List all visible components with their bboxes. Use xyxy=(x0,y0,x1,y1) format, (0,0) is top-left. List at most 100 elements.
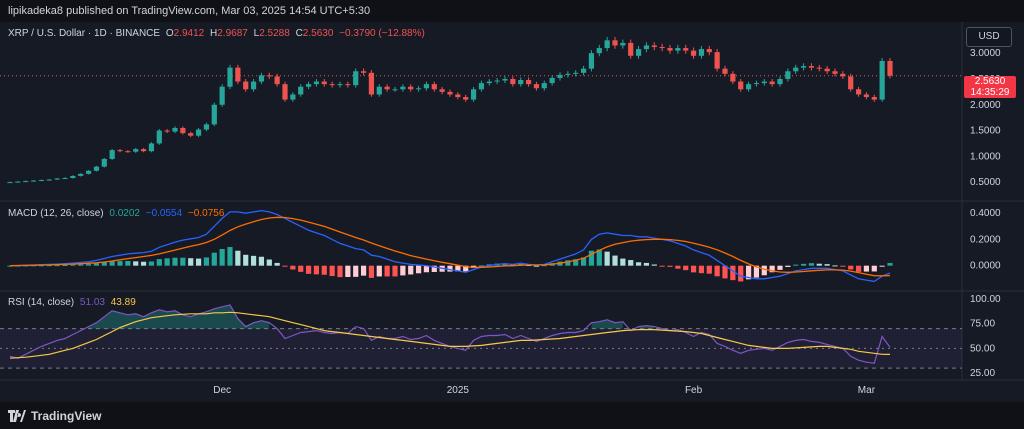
price-candle-body[interactable] xyxy=(400,86,406,90)
tradingview-logo[interactable]: TradingView xyxy=(8,409,101,423)
macd-histogram-bar[interactable] xyxy=(282,265,288,267)
macd-histogram-bar[interactable] xyxy=(863,265,870,272)
chart-area[interactable]: 3.00002.50002.00001.50001.00000.5000Dec2… xyxy=(0,22,1024,402)
price-candle-body[interactable] xyxy=(195,129,202,136)
price-candle-body[interactable] xyxy=(313,81,320,85)
price-candle-body[interactable] xyxy=(761,81,767,84)
price-candle-body[interactable] xyxy=(133,149,139,152)
price-candle-body[interactable] xyxy=(227,67,233,87)
macd-histogram-bar[interactable] xyxy=(298,265,304,272)
price-candle-body[interactable] xyxy=(258,75,265,82)
price-candle-body[interactable] xyxy=(855,89,862,95)
price-candle-body[interactable] xyxy=(690,50,697,56)
price-candle-body[interactable] xyxy=(502,78,508,81)
price-candle-body[interactable] xyxy=(15,181,21,183)
macd-histogram-bar[interactable] xyxy=(211,252,217,266)
price-candle-body[interactable] xyxy=(455,94,461,98)
macd-histogram-bar[interactable] xyxy=(848,265,854,270)
macd-histogram-bar[interactable] xyxy=(675,265,681,269)
macd-histogram-bar[interactable] xyxy=(840,265,846,267)
price-candle-body[interactable] xyxy=(211,104,217,125)
price-candle-body[interactable] xyxy=(510,78,516,85)
currency-button[interactable]: USD xyxy=(966,27,1012,47)
price-candle-body[interactable] xyxy=(738,81,744,90)
price-candle-body[interactable] xyxy=(494,80,500,82)
price-candle-body[interactable] xyxy=(235,67,241,82)
macd-histogram-bar[interactable] xyxy=(203,257,210,266)
macd-histogram-bar[interactable] xyxy=(887,263,893,266)
price-candle-body[interactable] xyxy=(203,124,210,130)
price-candle-body[interactable] xyxy=(470,89,477,100)
price-candle-body[interactable] xyxy=(447,91,453,95)
price-candle-body[interactable] xyxy=(70,175,76,178)
macd-histogram-bar[interactable] xyxy=(235,250,241,266)
macd-histogram-bar[interactable] xyxy=(125,260,131,266)
macd-histogram-bar[interactable] xyxy=(227,247,233,266)
macd-histogram-bar[interactable] xyxy=(140,261,147,266)
price-candle-body[interactable] xyxy=(706,49,712,53)
price-candle-body[interactable] xyxy=(415,88,422,90)
price-candle-body[interactable] xyxy=(863,94,870,98)
price-candle-body[interactable] xyxy=(557,74,563,78)
macd-histogram-bar[interactable] xyxy=(258,256,265,266)
macd-histogram-bar[interactable] xyxy=(761,265,767,276)
macd-histogram-bar[interactable] xyxy=(808,263,815,266)
price-candle-body[interactable] xyxy=(518,80,524,85)
price-candle-body[interactable] xyxy=(580,68,587,73)
macd-histogram-bar[interactable] xyxy=(785,265,791,267)
price-candle-body[interactable] xyxy=(54,178,60,180)
macd-histogram-bar[interactable] xyxy=(643,262,650,266)
price-candle-body[interactable] xyxy=(722,68,728,74)
symbol-label[interactable]: XRP / U.S. Dollar · 1D · BINANCE xyxy=(8,28,160,39)
macd-histogram-bar[interactable] xyxy=(415,265,422,274)
price-candle-body[interactable] xyxy=(769,81,775,85)
price-candle-body[interactable] xyxy=(785,71,791,79)
price-candle-body[interactable] xyxy=(675,48,681,51)
macd-histogram-bar[interactable] xyxy=(78,264,84,266)
price-candle-body[interactable] xyxy=(620,42,626,46)
macd-histogram-bar[interactable] xyxy=(85,264,92,266)
macd-histogram-bar[interactable] xyxy=(879,265,885,267)
price-candle-body[interactable] xyxy=(541,83,547,89)
macd-histogram-bar[interactable] xyxy=(690,265,697,273)
macd-histogram-bar[interactable] xyxy=(62,265,68,267)
price-candle-body[interactable] xyxy=(651,45,657,48)
macd-histogram-bar[interactable] xyxy=(824,264,830,266)
macd-histogram-bar[interactable] xyxy=(667,265,673,267)
macd-histogram-bar[interactable] xyxy=(188,258,194,266)
macd-layer[interactable] xyxy=(7,209,893,283)
price-candle-body[interactable] xyxy=(800,66,807,68)
price-candle-body[interactable] xyxy=(180,127,186,134)
macd-histogram-bar[interactable] xyxy=(793,264,799,266)
price-candle-body[interactable] xyxy=(345,84,351,86)
price-candle-body[interactable] xyxy=(101,158,107,167)
macd-histogram-bar[interactable] xyxy=(243,254,249,266)
macd-histogram-bar[interactable] xyxy=(172,257,178,266)
price-candle-body[interactable] xyxy=(85,170,92,174)
price-candle-body[interactable] xyxy=(533,84,540,89)
price-candle-body[interactable] xyxy=(478,83,485,90)
price-candle-body[interactable] xyxy=(824,68,830,72)
price-candle-body[interactable] xyxy=(840,73,846,77)
macd-histogram-bar[interactable] xyxy=(274,262,280,266)
price-candle-body[interactable] xyxy=(832,71,838,74)
price-candle-body[interactable] xyxy=(337,84,343,86)
macd-histogram-bar[interactable] xyxy=(698,265,705,274)
macd-histogram-bar[interactable] xyxy=(832,265,838,267)
macd-histogram-bar[interactable] xyxy=(400,265,406,276)
price-candle-body[interactable] xyxy=(659,47,665,49)
price-candle-body[interactable] xyxy=(329,84,335,86)
macd-histogram-bar[interactable] xyxy=(620,258,626,266)
price-candle-body[interactable] xyxy=(117,150,123,152)
macd-histogram-bar[interactable] xyxy=(93,263,100,266)
price-candle-body[interactable] xyxy=(463,97,469,100)
price-candle-body[interactable] xyxy=(753,83,760,85)
price-candle-body[interactable] xyxy=(683,48,689,51)
price-candle-body[interactable] xyxy=(274,76,280,85)
macd-histogram-bar[interactable] xyxy=(329,265,335,277)
macd-histogram-bar[interactable] xyxy=(156,259,162,266)
price-candle-body[interactable] xyxy=(164,130,170,132)
macd-histogram-bar[interactable] xyxy=(533,265,540,267)
price-candle-body[interactable] xyxy=(643,45,650,50)
price-candle-body[interactable] xyxy=(565,73,571,75)
